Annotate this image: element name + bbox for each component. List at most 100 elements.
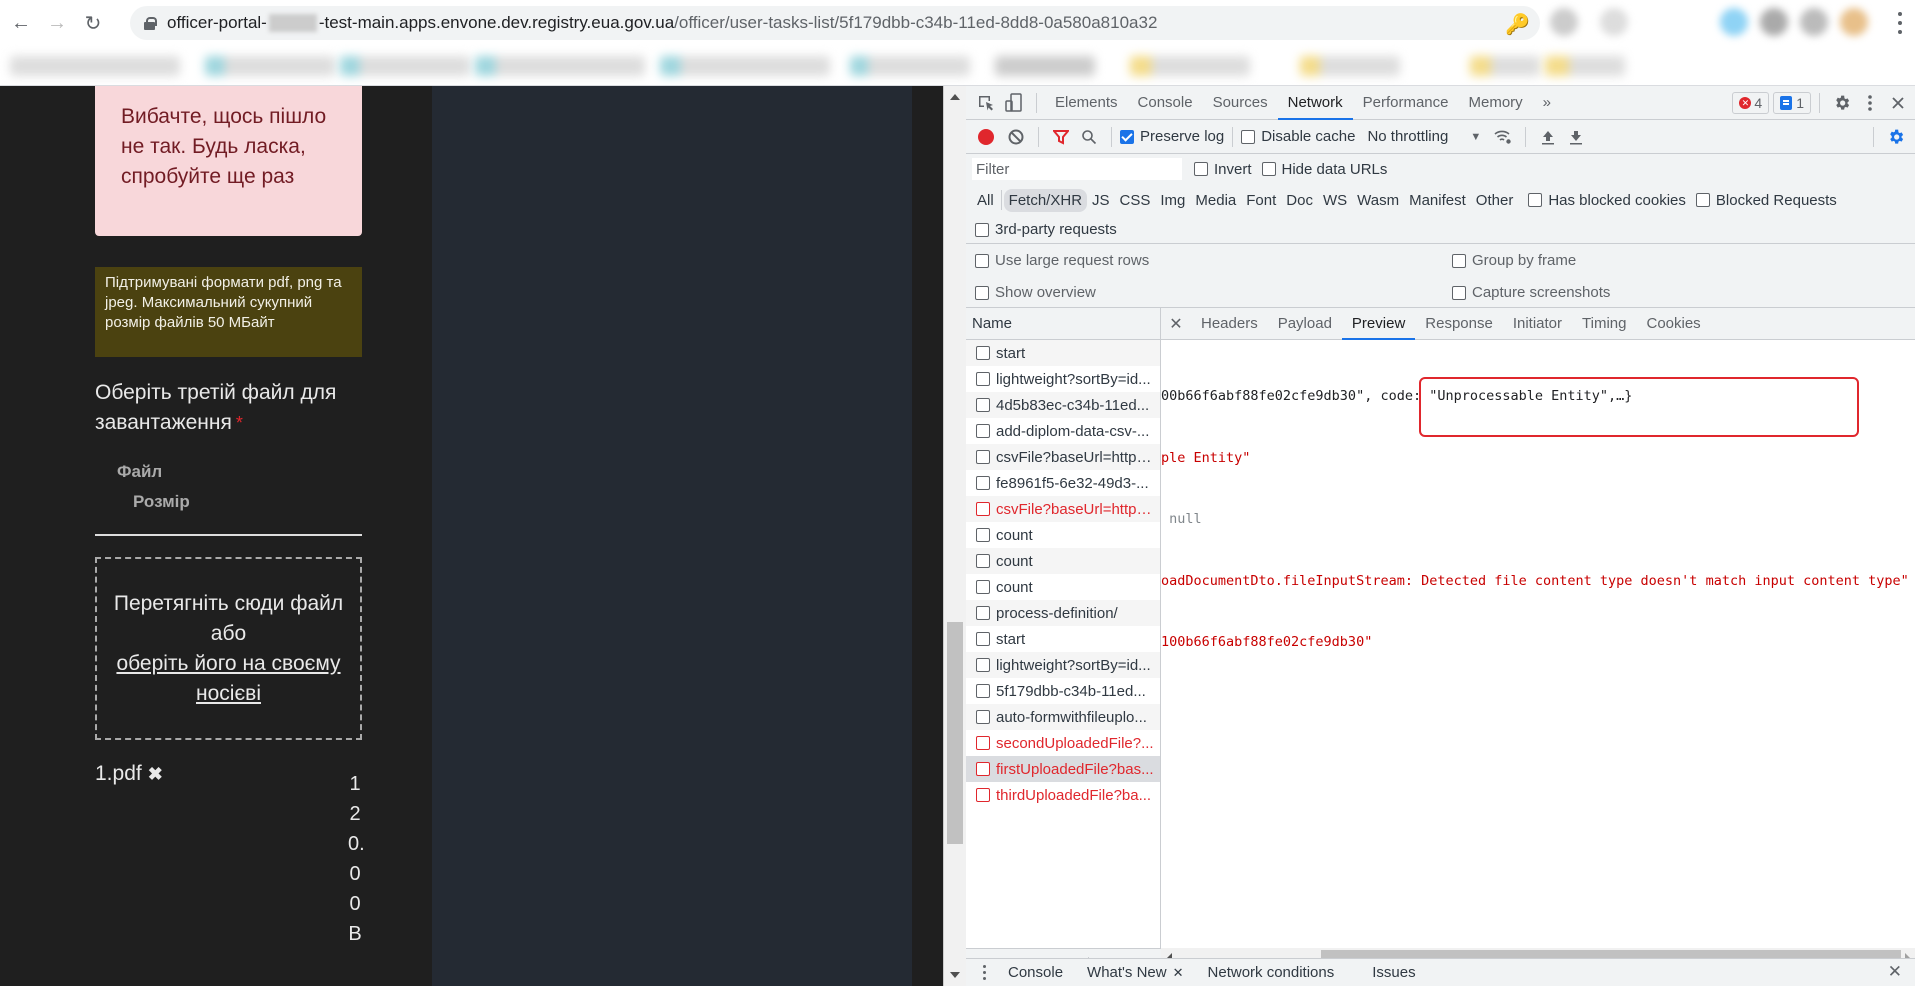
blocked-requests-checkbox[interactable]: Blocked Requests — [1695, 192, 1837, 209]
type-filter-wasm[interactable]: Wasm — [1352, 189, 1404, 212]
throttling-select[interactable]: No throttling ▼ — [1367, 128, 1481, 145]
request-row[interactable]: count — [966, 548, 1160, 574]
checkbox[interactable] — [976, 736, 990, 750]
close-drawer-icon[interactable]: ✕ — [1888, 962, 1902, 982]
scroll-down-arrow[interactable] — [950, 972, 960, 978]
request-row[interactable]: firstUploadedFile?bas... — [966, 756, 1160, 782]
type-filter-css[interactable]: CSS — [1115, 189, 1156, 212]
import-har-icon[interactable] — [1534, 123, 1562, 151]
devtools-menu-icon[interactable] — [1856, 89, 1884, 117]
drawer-tab-console[interactable]: Console — [996, 964, 1075, 981]
extension-icon[interactable] — [1720, 8, 1748, 36]
address-bar[interactable]: officer-portal- -test-main.apps.envone.d… — [130, 6, 1540, 40]
settings-gear-icon[interactable] — [1828, 89, 1856, 117]
group-by-frame-checkbox[interactable]: Group by frame — [1452, 252, 1576, 269]
bookmark-item[interactable] — [850, 56, 970, 76]
filter-funnel-icon[interactable] — [1047, 123, 1075, 151]
checkbox[interactable] — [1695, 193, 1710, 207]
checkbox[interactable] — [975, 253, 989, 268]
browser-menu-icon[interactable] — [1895, 10, 1905, 36]
detail-tab-response[interactable]: Response — [1415, 308, 1503, 340]
device-toolbar-icon[interactable] — [1000, 89, 1028, 117]
bookmark-item[interactable] — [1300, 56, 1400, 76]
request-row[interactable]: count — [966, 522, 1160, 548]
type-filter-img[interactable]: Img — [1155, 189, 1190, 212]
request-row[interactable]: process-definition/ — [966, 600, 1160, 626]
tab-performance[interactable]: Performance — [1353, 86, 1459, 120]
request-row[interactable]: csvFile?baseUrl=https... — [966, 496, 1160, 522]
remove-file-icon[interactable]: ✖ — [148, 764, 163, 785]
tab-console[interactable]: Console — [1128, 86, 1203, 120]
request-row[interactable]: lightweight?sortBy=id... — [966, 652, 1160, 678]
bookmark-item[interactable] — [475, 56, 645, 76]
request-row[interactable]: fe8961f5-6e32-49d3-... — [966, 470, 1160, 496]
network-settings-gear-icon[interactable] — [1882, 123, 1910, 151]
filter-input[interactable] — [972, 158, 1182, 180]
column-header-name[interactable]: Name — [966, 308, 1160, 340]
close-devtools-icon[interactable] — [1884, 89, 1912, 117]
checkbox[interactable] — [976, 424, 990, 438]
record-button[interactable] — [978, 128, 994, 145]
checkbox[interactable] — [976, 762, 990, 776]
request-row[interactable]: count — [966, 574, 1160, 600]
checkbox[interactable] — [976, 658, 990, 672]
scroll-up-arrow[interactable] — [950, 94, 960, 100]
bookmark-item[interactable] — [1470, 56, 1540, 76]
close-detail-icon[interactable]: ✕ — [1161, 314, 1191, 334]
type-filter-js[interactable]: JS — [1087, 189, 1115, 212]
checkbox[interactable] — [976, 554, 990, 568]
type-filter-ws[interactable]: WS — [1318, 189, 1352, 212]
bookmark-item[interactable] — [1545, 56, 1625, 76]
bookmark-item[interactable] — [340, 56, 470, 76]
file-dropzone[interactable]: Перетягніть сюди файл або оберіть його н… — [95, 557, 362, 740]
checkbox[interactable] — [976, 450, 990, 464]
bookmark-item[interactable] — [660, 56, 830, 76]
invert-checkbox[interactable]: Invert — [1194, 161, 1252, 178]
clear-icon[interactable] — [1002, 123, 1030, 151]
browse-files-link[interactable]: оберіть його на своєму носієві — [97, 649, 360, 709]
type-filter-media[interactable]: Media — [1190, 189, 1241, 212]
checkbox[interactable] — [1241, 129, 1256, 144]
type-filter-doc[interactable]: Doc — [1281, 189, 1318, 212]
reload-button[interactable]: ↻ — [78, 8, 108, 38]
scrollbar-thumb[interactable] — [947, 622, 963, 844]
checkbox[interactable] — [975, 285, 989, 300]
inspect-element-icon[interactable] — [972, 89, 1000, 117]
show-overview-checkbox[interactable]: Show overview — [975, 284, 1096, 301]
tab-sources[interactable]: Sources — [1203, 86, 1278, 120]
request-row[interactable]: csvFile?baseUrl=https... — [966, 444, 1160, 470]
detail-tab-payload[interactable]: Payload — [1268, 308, 1342, 340]
preview-line[interactable]: ple Entity" — [1161, 448, 1915, 469]
profile-avatar[interactable] — [1840, 8, 1868, 36]
checkbox[interactable] — [975, 222, 989, 237]
detail-tab-preview[interactable]: Preview — [1341, 308, 1416, 340]
request-row[interactable]: start — [966, 626, 1160, 652]
detail-tab-headers[interactable]: Headers — [1191, 308, 1268, 340]
drawer-tab-whats-new[interactable]: What's New ✕ — [1075, 964, 1195, 981]
checkbox[interactable] — [976, 476, 990, 490]
request-row[interactable]: lightweight?sortBy=id... — [966, 366, 1160, 392]
error-count-badge[interactable]: ✕ 4 — [1732, 91, 1770, 114]
type-filter-other[interactable]: Other — [1471, 189, 1519, 212]
type-filter-fetch-xhr[interactable]: Fetch/XHR — [1003, 188, 1088, 212]
page-vertical-scrollbar[interactable] — [944, 86, 966, 986]
hide-data-urls-checkbox[interactable]: Hide data URLs — [1261, 161, 1387, 178]
extension-icon[interactable] — [1550, 8, 1578, 36]
checkbox[interactable] — [1120, 129, 1134, 144]
checkbox[interactable] — [1194, 162, 1208, 176]
preview-line[interactable]: 100b66f6abf88fe02cfe9db30" — [1161, 632, 1915, 653]
detail-tab-cookies[interactable]: Cookies — [1636, 308, 1710, 340]
extension-icon[interactable] — [1600, 8, 1628, 36]
has-blocked-cookies-checkbox[interactable]: Has blocked cookies — [1528, 192, 1686, 209]
checkbox[interactable] — [1261, 162, 1276, 176]
preserve-log-checkbox[interactable]: Preserve log — [1120, 128, 1224, 145]
request-row[interactable]: secondUploadedFile?... — [966, 730, 1160, 756]
detail-tab-timing[interactable]: Timing — [1572, 308, 1636, 340]
checkbox[interactable] — [1452, 285, 1466, 300]
detail-tab-initiator[interactable]: Initiator — [1503, 308, 1572, 340]
checkbox[interactable] — [976, 398, 990, 412]
tab-network[interactable]: Network — [1277, 86, 1353, 120]
extension-icon[interactable] — [1800, 8, 1828, 36]
export-har-icon[interactable] — [1562, 123, 1590, 151]
checkbox[interactable] — [976, 502, 990, 516]
